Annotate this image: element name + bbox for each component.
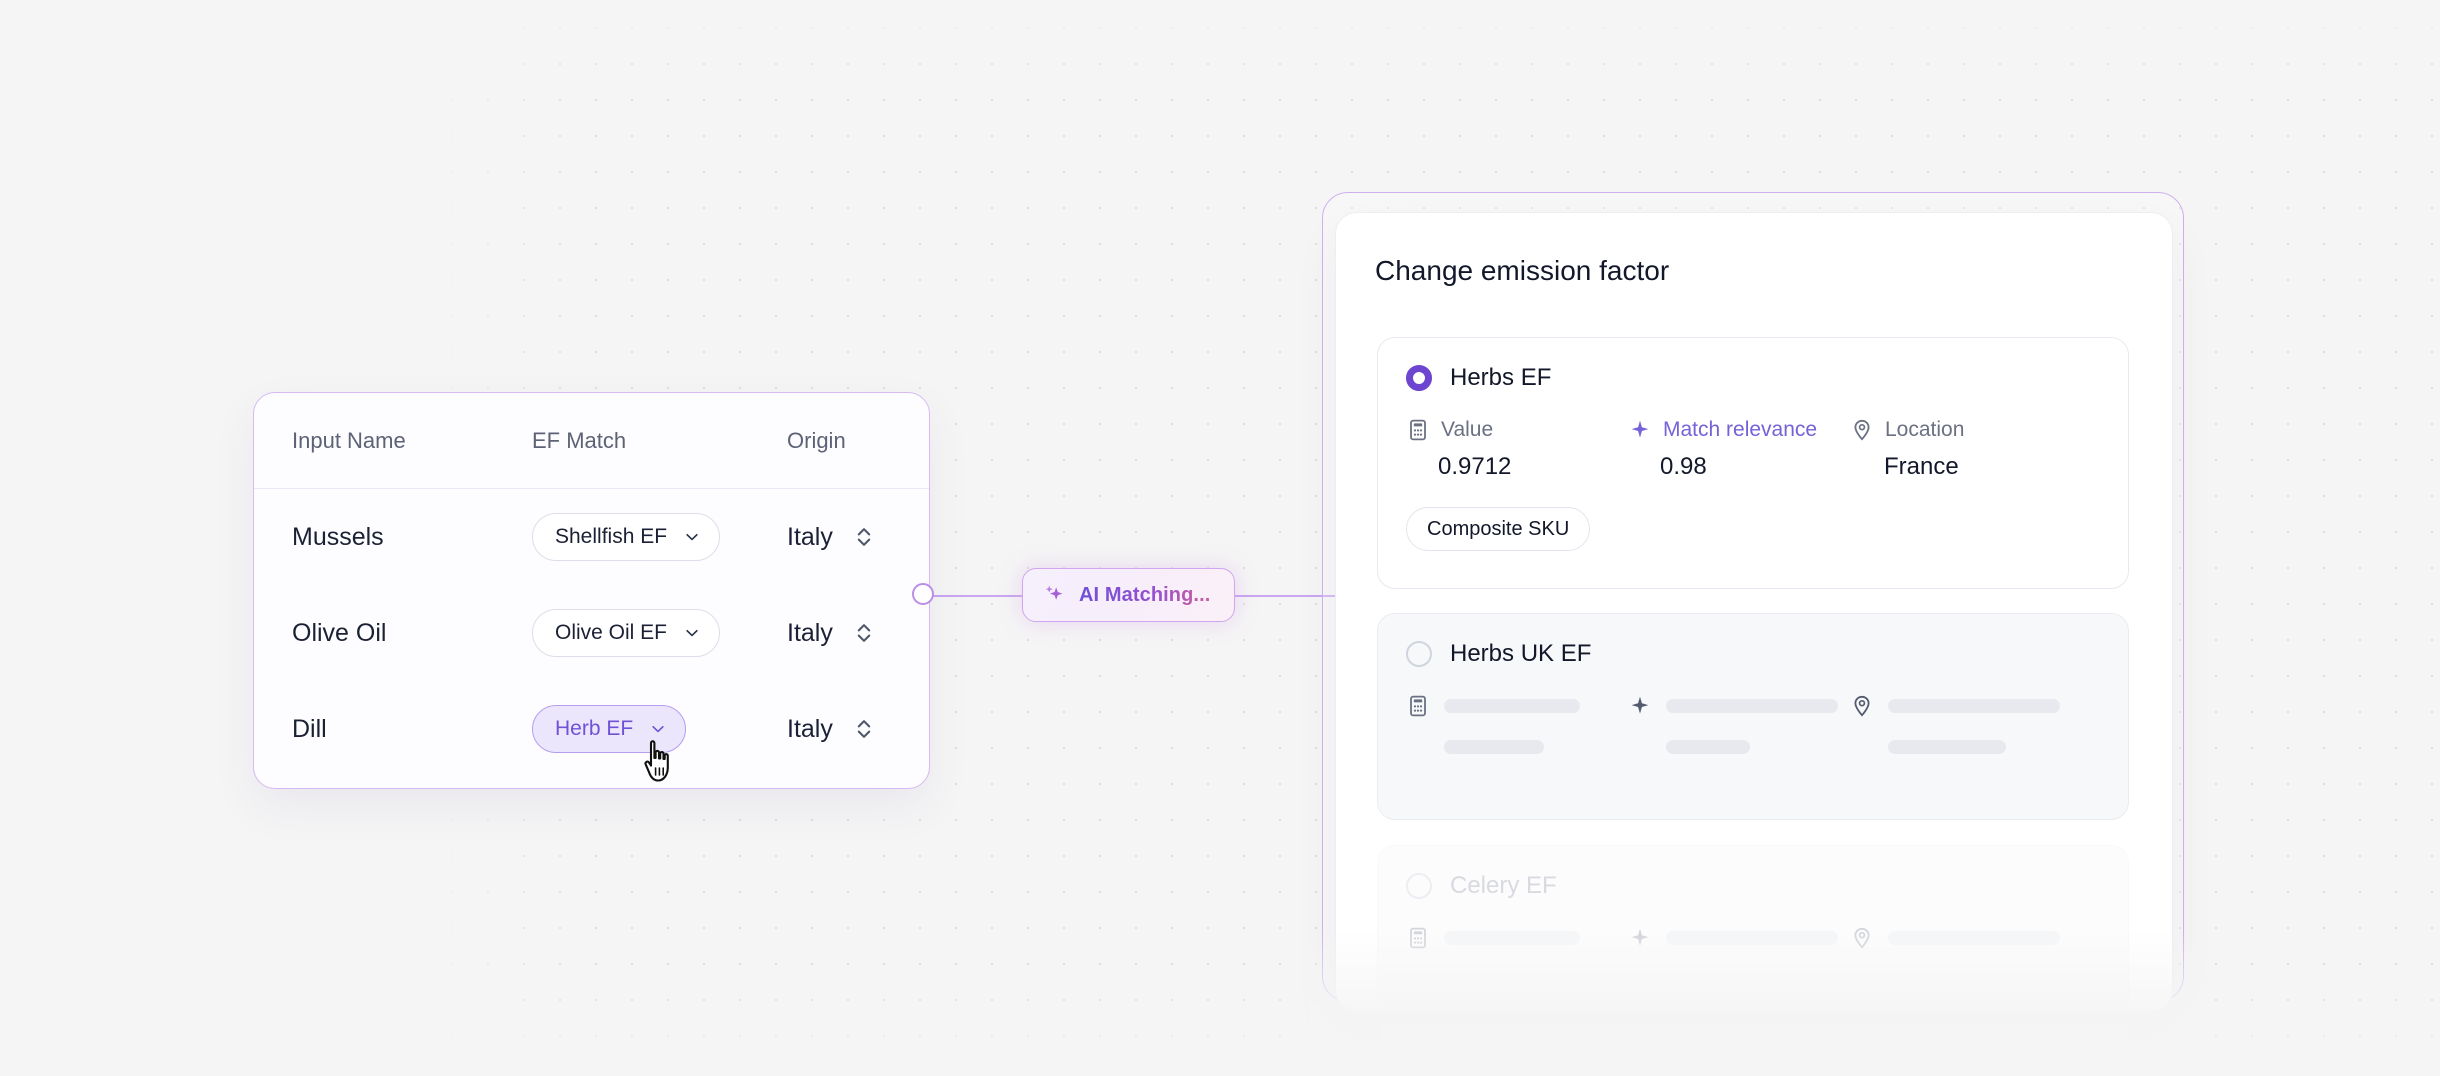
radio-unselected-icon[interactable] <box>1406 873 1432 899</box>
metric-location-skeleton <box>1850 926 2080 950</box>
sparkle-icon <box>1628 694 1652 718</box>
ai-matching-badge[interactable]: AI Matching... <box>1022 568 1236 622</box>
sparkle-icon <box>1628 926 1652 950</box>
ef-match-dropdown-label: Shellfish EF <box>555 525 668 548</box>
metric-relevance-skeleton <box>1628 694 1850 754</box>
ef-option-card-loading[interactable]: Herbs UK EF <box>1377 613 2129 820</box>
chevron-down-icon <box>683 528 701 546</box>
ef-option-name: Celery EF <box>1450 872 1557 899</box>
chevron-down-icon <box>683 624 701 642</box>
metric-label: Location <box>1885 418 1965 441</box>
origin-value: Italy <box>787 618 833 647</box>
ef-match-dropdown-label: Olive Oil EF <box>555 621 668 644</box>
origin-value: Italy <box>787 714 833 743</box>
calculator-icon <box>1406 418 1430 442</box>
metric-header <box>1850 694 2080 718</box>
table-header-row: Input Name EF Match Origin <box>254 393 929 489</box>
radio-unselected-icon[interactable] <box>1406 641 1432 667</box>
ai-matching-label: AI Matching... <box>1079 583 1211 606</box>
ef-option-card-faded[interactable]: Celery EF <box>1377 845 2129 1045</box>
metric-label: Value <box>1441 418 1494 441</box>
metric-location-skeleton <box>1850 694 2080 754</box>
ef-option-header: Herbs UK EF <box>1378 614 2128 668</box>
metric-location: Location France <box>1850 418 2080 481</box>
table-row: Mussels Shellfish EF Italy <box>254 489 929 585</box>
canvas-root: AI Matching... Input Name EF Match Origi… <box>0 0 2440 1076</box>
metric-header: Value <box>1406 418 1628 442</box>
ef-metrics-row <box>1378 668 2128 754</box>
ef-match-cell: Shellfish EF <box>532 513 787 561</box>
page-title: Change emission factor <box>1375 255 1670 286</box>
input-name-cell: Olive Oil <box>292 618 387 647</box>
input-mapping-table-card: Input Name EF Match Origin Mussels Shell… <box>253 392 930 789</box>
skeleton-bar <box>1888 931 2060 945</box>
table-row: Olive Oil Olive Oil EF Italy <box>254 585 929 681</box>
skeleton-bar <box>1666 699 1838 713</box>
calculator-icon <box>1406 694 1430 718</box>
metric-header: Match relevance <box>1628 418 1850 442</box>
ef-match-cell: Olive Oil EF <box>532 609 787 657</box>
metric-value-skeleton <box>1406 926 1628 950</box>
ef-match-dropdown-label: Herb EF <box>555 717 634 740</box>
ef-metrics-row <box>1378 900 2128 950</box>
metric-label: Match relevance <box>1663 418 1818 441</box>
column-header-origin: Origin <box>787 427 846 453</box>
ef-option-name: Herbs EF <box>1450 364 1552 391</box>
location-pin-icon <box>1850 418 1874 442</box>
metric-value-text: France <box>1884 453 1959 480</box>
ef-match-dropdown[interactable]: Shellfish EF <box>532 513 721 561</box>
sparkle-icon <box>1628 418 1652 442</box>
radio-selected-icon[interactable] <box>1406 365 1432 391</box>
metric-header <box>1406 926 1628 950</box>
skeleton-bar <box>1444 931 1580 945</box>
column-header-input-name: Input Name <box>292 427 406 453</box>
ef-option-name: Herbs UK EF <box>1450 640 1592 667</box>
input-name-cell: Mussels <box>292 522 384 551</box>
ef-option-card-selected[interactable]: Herbs EF Value 0.9712 Match relevance 0.… <box>1377 337 2129 589</box>
calculator-icon <box>1406 926 1430 950</box>
ef-match-dropdown[interactable]: Olive Oil EF <box>532 609 721 657</box>
skeleton-bar <box>1666 740 1750 754</box>
pointing-hand-cursor <box>642 739 676 783</box>
origin-value: Italy <box>787 522 833 551</box>
column-header-ef-match: EF Match <box>532 427 627 453</box>
metric-header <box>1628 694 1850 718</box>
connector-line-left <box>930 595 1030 597</box>
chevron-up-down-icon <box>855 524 873 550</box>
input-name-cell: Dill <box>292 714 327 743</box>
table-row: Dill Herb EF Italy <box>254 681 929 777</box>
location-pin-icon <box>1850 694 1874 718</box>
metric-match-relevance: Match relevance 0.98 <box>1628 418 1850 481</box>
chevron-up-down-icon <box>855 716 873 742</box>
metric-header: Location <box>1850 418 2080 442</box>
metric-header <box>1628 926 1850 950</box>
location-pin-icon <box>1850 926 1874 950</box>
metric-value-skeleton <box>1406 694 1628 754</box>
skeleton-bar <box>1444 740 1544 754</box>
skeleton-bar <box>1666 931 1838 945</box>
status-badge: Composite SKU <box>1406 507 1591 551</box>
metric-value-text: 0.9712 <box>1438 453 1512 480</box>
metric-relevance-skeleton <box>1628 926 1850 950</box>
metric-header <box>1406 694 1628 718</box>
skeleton-bar <box>1888 699 2060 713</box>
skeleton-bar <box>1888 740 2006 754</box>
skeleton-bar <box>1444 699 1580 713</box>
connector-node-icon[interactable] <box>912 583 934 605</box>
metric-value: Value 0.9712 <box>1406 418 1628 481</box>
chevron-down-icon <box>649 720 667 738</box>
ef-metrics-row: Value 0.9712 Match relevance 0.98 Locati… <box>1378 392 2128 481</box>
grid-fade-top <box>0 0 2440 80</box>
origin-cell[interactable]: Italy <box>787 523 927 552</box>
origin-cell[interactable]: Italy <box>787 619 927 648</box>
ef-option-header: Herbs EF <box>1378 338 2128 392</box>
chevron-up-down-icon <box>855 620 873 646</box>
ef-option-header: Celery EF <box>1378 846 2128 900</box>
origin-cell[interactable]: Italy <box>787 715 927 744</box>
metric-value-text: 0.98 <box>1660 453 1707 480</box>
metric-header <box>1850 926 2080 950</box>
sparkles-icon <box>1041 582 1067 608</box>
